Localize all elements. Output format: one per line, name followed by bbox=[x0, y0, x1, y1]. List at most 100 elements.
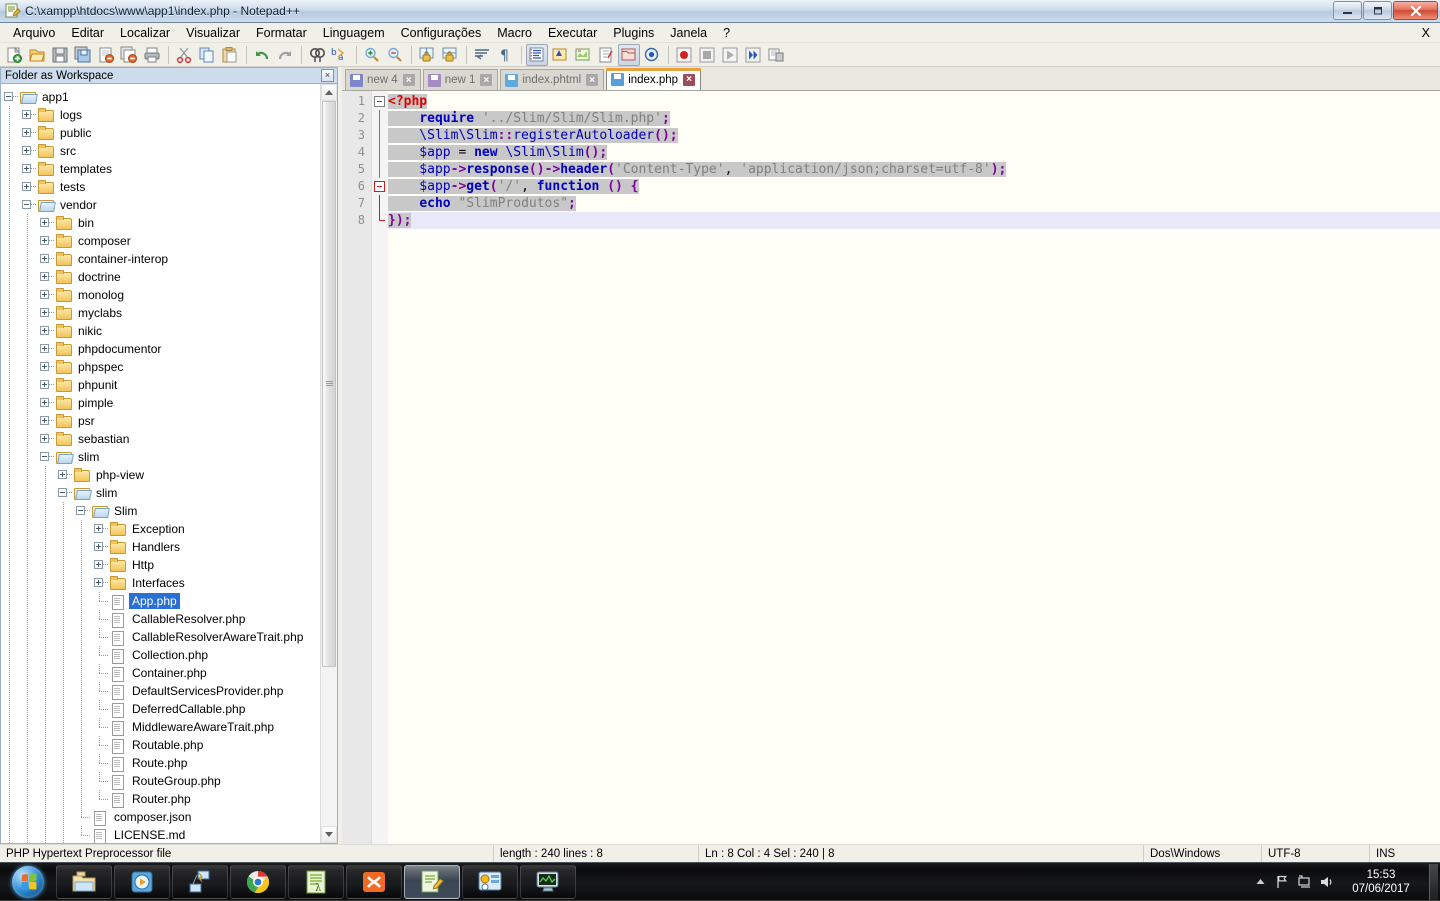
fold-line[interactable] bbox=[372, 110, 388, 127]
taskbar-button-network-tool[interactable] bbox=[172, 865, 228, 899]
tree-folder-item[interactable]: slim bbox=[1, 484, 320, 502]
tree-folder-item[interactable]: Slim bbox=[1, 502, 320, 520]
tree-expand-icon[interactable] bbox=[37, 304, 55, 322]
code-line[interactable]: $app->get('/', function () { bbox=[388, 178, 1440, 195]
copy-icon[interactable] bbox=[196, 44, 218, 66]
tree-file-item[interactable]: Collection.php bbox=[1, 646, 320, 664]
save-all-icon[interactable] bbox=[72, 44, 94, 66]
network-tray-icon[interactable] bbox=[1293, 863, 1315, 901]
find-icon[interactable] bbox=[306, 44, 328, 66]
zoom-in-icon[interactable] bbox=[361, 44, 383, 66]
tree-expand-icon[interactable] bbox=[19, 142, 37, 160]
tree-expand-icon[interactable] bbox=[37, 412, 55, 430]
tree-folder-item[interactable]: tests bbox=[1, 178, 320, 196]
tree-file-item[interactable]: LICENSE.md bbox=[1, 826, 320, 843]
function-list-icon[interactable] bbox=[595, 44, 617, 66]
tree-expand-icon[interactable] bbox=[55, 466, 73, 484]
tree-expand-icon[interactable] bbox=[37, 358, 55, 376]
code-line[interactable]: }); bbox=[388, 212, 1440, 229]
scrollbar-thumb[interactable] bbox=[322, 101, 336, 667]
tree-collapse-icon[interactable] bbox=[73, 502, 91, 520]
close-button[interactable] bbox=[1393, 1, 1438, 20]
tree-expand-icon[interactable] bbox=[37, 232, 55, 250]
tree-folder-item[interactable]: src bbox=[1, 142, 320, 160]
taskbar-button-xampp-control[interactable] bbox=[346, 865, 402, 899]
tree-file-item[interactable]: Routable.php bbox=[1, 736, 320, 754]
tree-folder-item[interactable]: container-interop bbox=[1, 250, 320, 268]
sync-vertical-icon[interactable] bbox=[416, 44, 438, 66]
menu-editar[interactable]: Editar bbox=[63, 24, 112, 42]
code-editor[interactable]: 12345678 <?php require '../Slim/Slim/Sli… bbox=[342, 91, 1440, 844]
record-macro-icon[interactable] bbox=[673, 44, 695, 66]
tree-folder-item[interactable]: bin bbox=[1, 214, 320, 232]
tree-folder-item[interactable]: slim bbox=[1, 448, 320, 466]
tree-file-item[interactable]: DefaultServicesProvider.php bbox=[1, 682, 320, 700]
volume-tray-icon[interactable] bbox=[1315, 863, 1337, 901]
tree-collapse-icon[interactable] bbox=[1, 88, 19, 106]
tree-file-item[interactable]: CallableResolver.php bbox=[1, 610, 320, 628]
code-line[interactable]: <?php bbox=[388, 93, 1440, 110]
code-line[interactable]: $app->response()->header('Content-Type',… bbox=[388, 161, 1440, 178]
tree-expand-icon[interactable] bbox=[19, 106, 37, 124]
menu-macro[interactable]: Macro bbox=[489, 24, 540, 42]
tree-folder-item[interactable]: phpdocumentor bbox=[1, 340, 320, 358]
maximize-button[interactable] bbox=[1363, 1, 1392, 20]
start-button[interactable] bbox=[2, 864, 54, 900]
close-file-icon[interactable] bbox=[95, 44, 117, 66]
show-desktop-button[interactable] bbox=[1429, 864, 1438, 900]
zoom-out-icon[interactable] bbox=[384, 44, 406, 66]
paste-icon[interactable] bbox=[219, 44, 241, 66]
taskbar-button-notepad-plus-plus[interactable] bbox=[404, 865, 460, 899]
menu-plugins[interactable]: Plugins bbox=[605, 24, 662, 42]
tree-file-item[interactable]: composer.json bbox=[1, 808, 320, 826]
menu-linguagem[interactable]: Linguagem bbox=[315, 24, 393, 42]
tree-folder-item[interactable]: nikic bbox=[1, 322, 320, 340]
tree-expand-icon[interactable] bbox=[91, 556, 109, 574]
tree-folder-item[interactable]: myclabs bbox=[1, 304, 320, 322]
tree-expand-icon[interactable] bbox=[19, 178, 37, 196]
tree-expand-icon[interactable] bbox=[91, 538, 109, 556]
scrollbar-track[interactable] bbox=[321, 101, 337, 826]
undo-icon[interactable] bbox=[251, 44, 273, 66]
taskbar-button-windows-explorer[interactable] bbox=[56, 865, 112, 899]
tree-folder-item[interactable]: logs bbox=[1, 106, 320, 124]
redo-icon[interactable] bbox=[274, 44, 296, 66]
tree-expand-icon[interactable] bbox=[91, 574, 109, 592]
menu-executar[interactable]: Executar bbox=[540, 24, 605, 42]
tree-folder-item[interactable]: Handlers bbox=[1, 538, 320, 556]
print-icon[interactable] bbox=[141, 44, 163, 66]
tree-collapse-icon[interactable] bbox=[55, 484, 73, 502]
document-map-icon[interactable] bbox=[572, 44, 594, 66]
tree-file-item[interactable]: RouteGroup.php bbox=[1, 772, 320, 790]
close-document-button[interactable]: X bbox=[1422, 26, 1430, 40]
code-line[interactable]: echo "SlimProdutos"; bbox=[388, 195, 1440, 212]
tree-expand-icon[interactable] bbox=[19, 160, 37, 178]
document-tab[interactable]: new 1× bbox=[423, 69, 499, 90]
menu-janela[interactable]: Janela bbox=[662, 24, 715, 42]
tree-file-item[interactable]: MiddlewareAwareTrait.php bbox=[1, 718, 320, 736]
taskbar-clock[interactable]: 15:53 07/06/2017 bbox=[1337, 868, 1425, 896]
indent-guide-icon[interactable] bbox=[526, 44, 548, 66]
tree-expand-icon[interactable] bbox=[19, 124, 37, 142]
tree-folder-item[interactable]: composer bbox=[1, 232, 320, 250]
monitoring-icon[interactable] bbox=[641, 44, 663, 66]
workspace-tree[interactable]: app1logspublicsrctemplatestestsvendorbin… bbox=[1, 84, 320, 843]
tree-folder-item[interactable]: pimple bbox=[1, 394, 320, 412]
tree-folder-item[interactable]: app1 bbox=[1, 88, 320, 106]
tree-file-item[interactable]: Container.php bbox=[1, 664, 320, 682]
document-tab[interactable]: index.php× bbox=[606, 68, 701, 90]
tab-close-icon[interactable]: × bbox=[480, 74, 492, 86]
tree-folder-item[interactable]: sebastian bbox=[1, 430, 320, 448]
tree-folder-item[interactable]: phpunit bbox=[1, 376, 320, 394]
cut-icon[interactable] bbox=[173, 44, 195, 66]
tree-file-item[interactable]: Router.php bbox=[1, 790, 320, 808]
tree-folder-item[interactable]: monolog bbox=[1, 286, 320, 304]
fold-line[interactable] bbox=[372, 195, 388, 212]
save-icon[interactable] bbox=[49, 44, 71, 66]
tree-folder-item[interactable]: doctrine bbox=[1, 268, 320, 286]
tree-file-item[interactable]: Route.php bbox=[1, 754, 320, 772]
tree-expand-icon[interactable] bbox=[91, 520, 109, 538]
tree-folder-item[interactable]: phpspec bbox=[1, 358, 320, 376]
play-macro-icon[interactable] bbox=[719, 44, 741, 66]
tree-folder-item[interactable]: php-view bbox=[1, 466, 320, 484]
